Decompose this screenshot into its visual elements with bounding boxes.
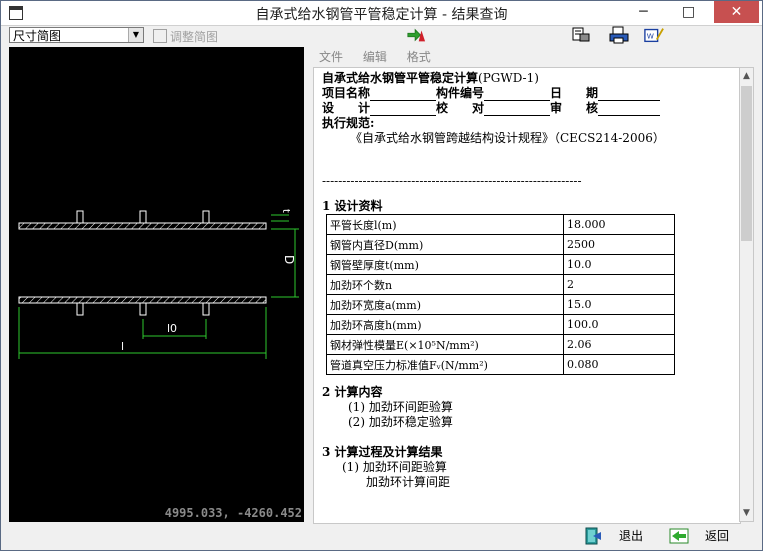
info-row-2: 设 计校 对审 核 — [322, 101, 736, 116]
vertical-scrollbar[interactable]: ▲ ▼ — [739, 67, 754, 522]
field-project-name — [370, 88, 437, 101]
dim-label-l0: l0 — [167, 322, 177, 335]
param-row: 钢材弹性模量E(×10⁵N/mm²) 2.06 — [326, 334, 675, 355]
coordinate-readout: 4995.033, -4260.452 — [164, 506, 302, 520]
drawing-canvas[interactable]: t D l0 l 4995.033, -4260.452 — [9, 47, 304, 522]
svg-text:W: W — [647, 32, 654, 41]
adjust-icon — [153, 29, 167, 43]
spec-text: 《自承式给水钢管跨越结构设计规程》（CECS214-2006） — [350, 131, 665, 145]
label-review: 审 核 — [550, 101, 599, 115]
toolbar: 尺寸简图 ▼ 调整简图 W — [1, 26, 762, 46]
dim-label-D: D — [282, 255, 296, 264]
calc-item-2: (2) 加劲环稳定验算 — [348, 415, 453, 429]
process-item-1: (1) 加劲环间距验算 — [342, 460, 447, 474]
param-name: 平管长度l(m) — [326, 214, 564, 235]
adjust-label: 调整简图 — [170, 30, 219, 44]
doc-title: 自承式给水钢管平管稳定计算(PGWD-1) — [322, 71, 736, 86]
field-design — [370, 103, 437, 116]
exit-door-icon — [585, 527, 601, 545]
param-name: 钢管壁厚度t(mm) — [326, 254, 564, 275]
result-document[interactable]: 自承式给水钢管平管稳定计算(PGWD-1) 项目名称 构件编号 日 期 设 计 校 对… — [313, 67, 741, 524]
back-button[interactable]: 返回 — [669, 526, 739, 546]
adjust-drawing-button[interactable]: 调整简图 — [153, 28, 218, 45]
scroll-up-icon[interactable]: ▲ — [740, 68, 753, 84]
param-name: 加劲环宽度a(mm) — [326, 294, 564, 315]
menu-file[interactable]: 文件 — [319, 48, 343, 66]
param-name: 管道真空压力标准值Fᵥ(N/mm²) — [326, 354, 564, 375]
exit-label: 退出 — [619, 529, 644, 543]
params-table: 平管长度l(m) 18.000 钢管内直径D(mm) 2500 钢管壁厚度t(mm) 10… — [326, 214, 675, 375]
doc-title-code: (PGWD-1) — [478, 71, 539, 85]
param-name: 加劲环个数n — [326, 274, 564, 295]
param-row: 加劲环宽度a(mm) 15.0 — [326, 294, 675, 315]
exit-button[interactable]: 退出 — [583, 526, 653, 546]
title-bar: 自承式给水钢管平管稳定计算 - 结果查询 ─ □ ✕ — [1, 1, 762, 26]
menu-format[interactable]: 格式 — [407, 48, 431, 66]
param-row: 平管长度l(m) 18.000 — [326, 214, 675, 235]
field-review — [598, 103, 661, 116]
section-design-data: 1 设计资料 — [322, 199, 383, 213]
param-value: 2 — [563, 274, 675, 295]
param-row: 钢管内直径D(mm) 2500 — [326, 234, 675, 255]
scroll-thumb[interactable] — [741, 86, 752, 241]
field-date — [598, 88, 661, 101]
chevron-down-icon[interactable]: ▼ — [128, 28, 143, 42]
arrow-icon[interactable] — [406, 26, 426, 44]
label-component-no: 构件编号 — [436, 86, 485, 100]
param-name: 加劲环高度h(mm) — [326, 314, 564, 335]
param-name: 钢材弹性模量E(×10⁵N/mm²) — [326, 334, 564, 355]
dim-label-l: l — [121, 340, 124, 353]
label-check: 校 对 — [436, 101, 485, 115]
param-value: 10.0 — [563, 254, 675, 275]
section-calc-content: 2 计算内容 — [322, 385, 383, 399]
back-arrow-icon — [669, 528, 689, 544]
app-window: 自承式给水钢管平管稳定计算 - 结果查询 ─ □ ✕ 尺寸简图 ▼ 调整简图 W… — [0, 0, 763, 551]
param-row: 加劲环个数n 2 — [326, 274, 675, 295]
field-component-no — [484, 88, 551, 101]
dimension-lines — [18, 214, 299, 359]
label-design: 设 计 — [322, 101, 371, 115]
view-select-value: 尺寸简图 — [13, 29, 62, 43]
scroll-down-icon[interactable]: ▼ — [740, 505, 753, 521]
field-check — [484, 103, 551, 116]
spec-label: 执行规范: — [322, 116, 375, 130]
param-name: 钢管内直径D(mm) — [326, 234, 564, 255]
back-label: 返回 — [705, 529, 730, 543]
process-item-2: 加劲环计算间距 — [366, 475, 451, 489]
pipe-bottom-wall — [18, 296, 267, 316]
label-date: 日 期 — [550, 86, 599, 100]
print-icon[interactable] — [609, 26, 629, 44]
param-value: 18.000 — [563, 214, 675, 235]
print-preview-icon[interactable] — [571, 26, 591, 44]
edit-icon[interactable]: W — [644, 26, 664, 44]
pipe-drawing: t D l0 l — [18, 209, 299, 359]
bottom-bar: 退出 返回 — [1, 523, 762, 550]
menu-edit[interactable]: 编辑 — [363, 48, 387, 66]
view-select[interactable]: 尺寸简图 ▼ — [9, 27, 144, 43]
param-value: 15.0 — [563, 294, 675, 315]
param-value: 100.0 — [563, 314, 675, 335]
section-calc-process: 3 计算过程及计算结果 — [322, 445, 443, 459]
info-row-1: 项目名称 构件编号 日 期 — [322, 86, 736, 101]
param-row: 加劲环高度h(mm) 100.0 — [326, 314, 675, 335]
param-row: 管道真空压力标准值Fᵥ(N/mm²) 0.080 — [326, 354, 675, 375]
minimize-button[interactable]: ─ — [621, 1, 666, 23]
menu-bar: 文件 编辑 格式 — [313, 48, 761, 66]
param-row: 钢管壁厚度t(mm) 10.0 — [326, 254, 675, 275]
param-value: 0.080 — [563, 354, 675, 375]
param-value: 2500 — [563, 234, 675, 255]
close-button[interactable]: ✕ — [714, 1, 759, 23]
param-value: 2.06 — [563, 334, 675, 355]
dim-label-t: t — [280, 209, 291, 213]
label-project-name: 项目名称 — [322, 86, 371, 100]
maximize-button[interactable]: □ — [666, 1, 711, 23]
doc-title-main: 自承式给水钢管平管稳定计算 — [322, 71, 479, 85]
pipe-top-wall — [18, 210, 267, 230]
separator-line: ----------------------------------------… — [322, 174, 582, 188]
calc-item-1: (1) 加劲环间距验算 — [348, 400, 453, 414]
